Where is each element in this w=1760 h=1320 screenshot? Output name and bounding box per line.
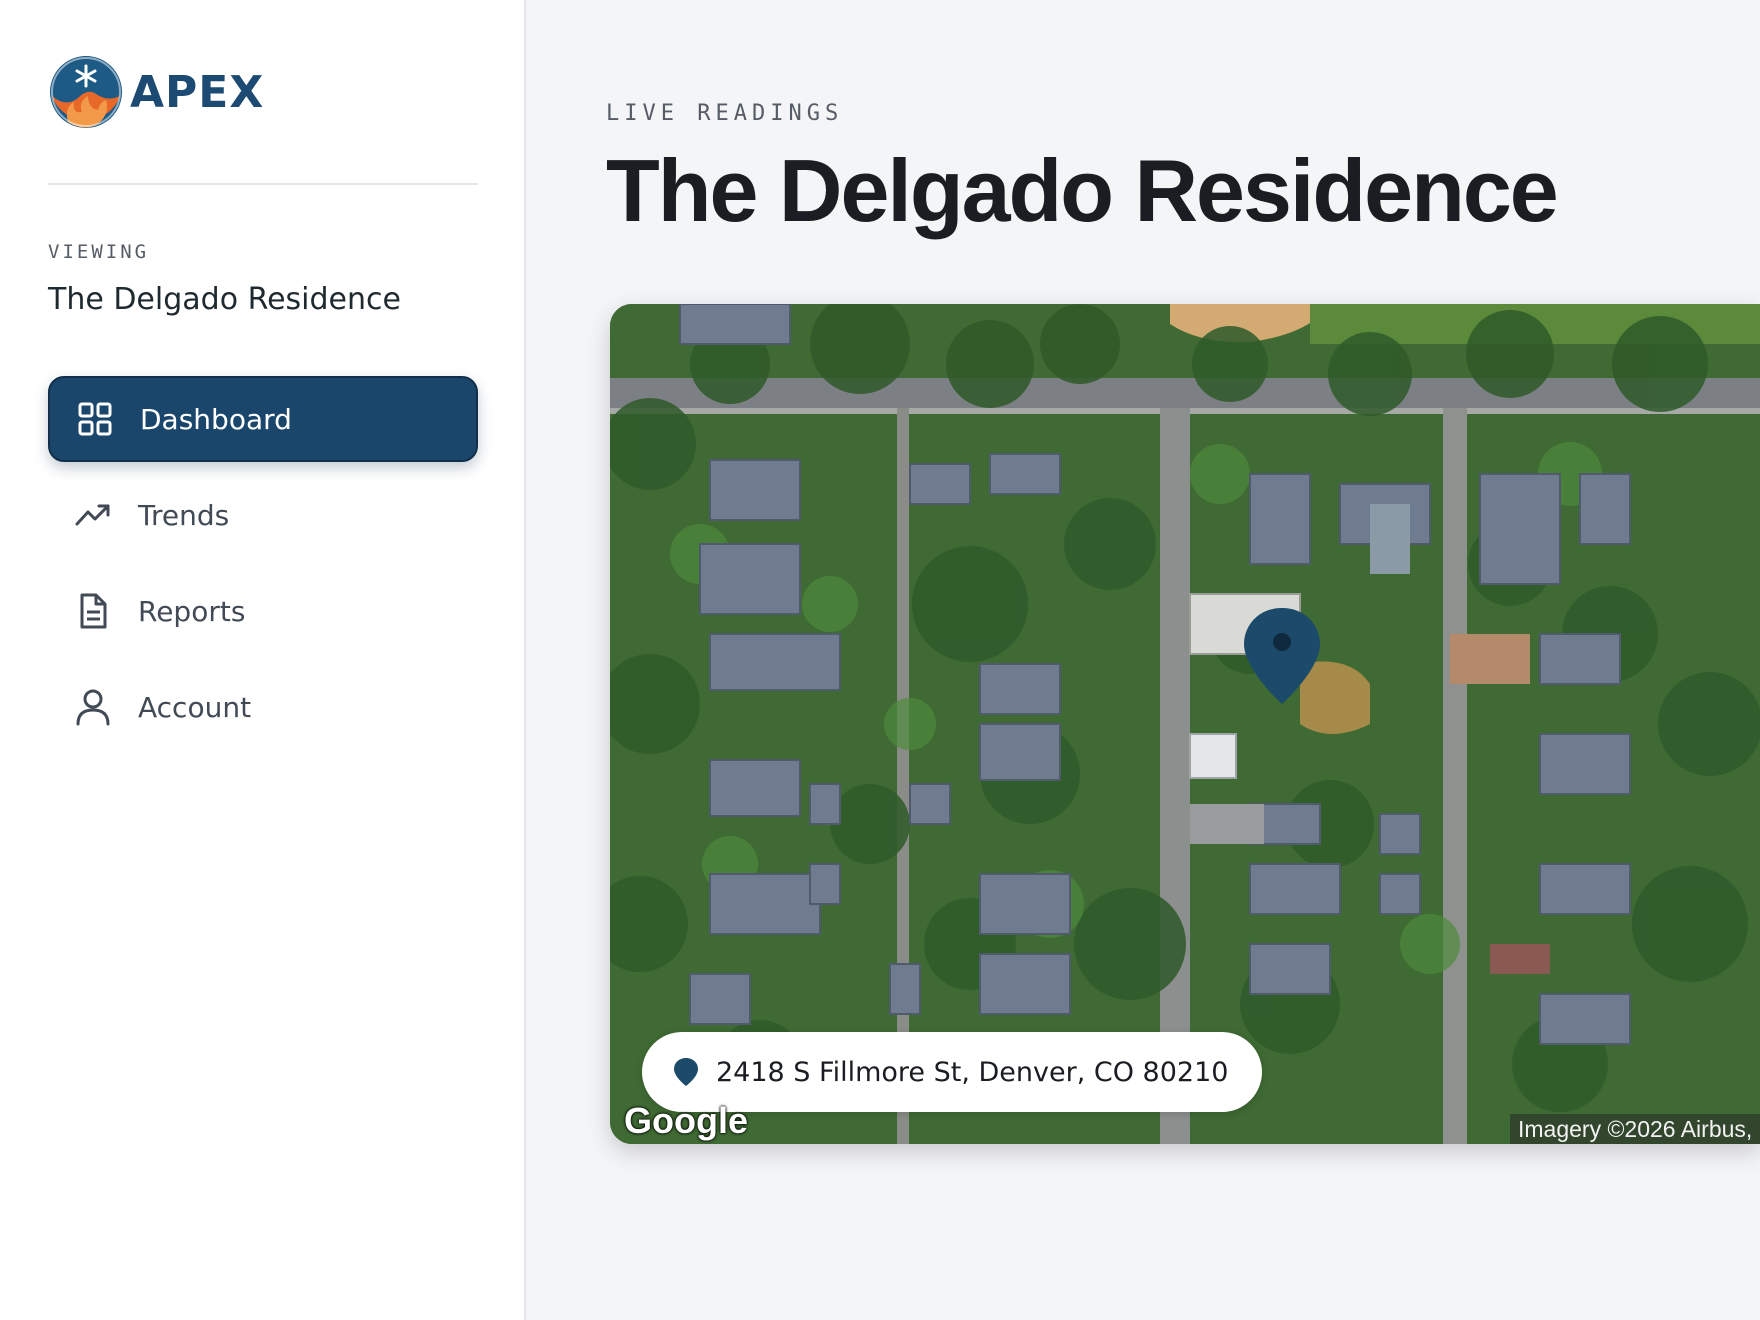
sidebar-item-trends[interactable]: Trends	[48, 472, 478, 558]
location-pin-icon	[674, 1058, 698, 1086]
sidebar-item-label: Dashboard	[140, 402, 292, 436]
trending-up-icon	[74, 496, 112, 534]
sidebar-item-dashboard[interactable]: Dashboard	[48, 376, 478, 462]
apex-logo-icon	[50, 56, 122, 128]
imagery-attribution[interactable]: Imagery ©2026 Airbus, M	[1510, 1114, 1760, 1144]
user-icon	[74, 688, 112, 726]
sidebar-item-reports[interactable]: Reports	[48, 568, 478, 654]
brand[interactable]: APEX	[48, 50, 264, 134]
brand-name: APEX	[130, 66, 265, 118]
satellite-imagery	[610, 304, 1760, 1144]
viewing-residence-name: The Delgado Residence	[48, 282, 401, 317]
sidebar-divider	[48, 183, 478, 185]
sidebar-item-label: Account	[138, 690, 252, 724]
page-title: The Delgado Residence	[606, 141, 1559, 240]
viewing-label: VIEWING	[48, 241, 150, 263]
grid-icon	[76, 400, 114, 438]
satellite-map[interactable]: 2418 S Fillmore St, Denver, CO 80210 Goo…	[610, 304, 1760, 1144]
sidebar-item-label: Trends	[138, 498, 230, 532]
google-logo: Google	[624, 1100, 748, 1141]
live-readings-eyebrow: LIVE READINGS	[606, 101, 844, 126]
address-text: 2418 S Fillmore St, Denver, CO 80210	[716, 1056, 1229, 1088]
sidebar-item-label: Reports	[138, 594, 246, 628]
sidebar: APEX VIEWING The Delgado Residence Dashb…	[0, 0, 526, 1320]
document-icon	[74, 592, 112, 630]
sidebar-nav: Dashboard Trends Reports Account	[48, 376, 478, 760]
sidebar-item-account[interactable]: Account	[48, 664, 478, 750]
